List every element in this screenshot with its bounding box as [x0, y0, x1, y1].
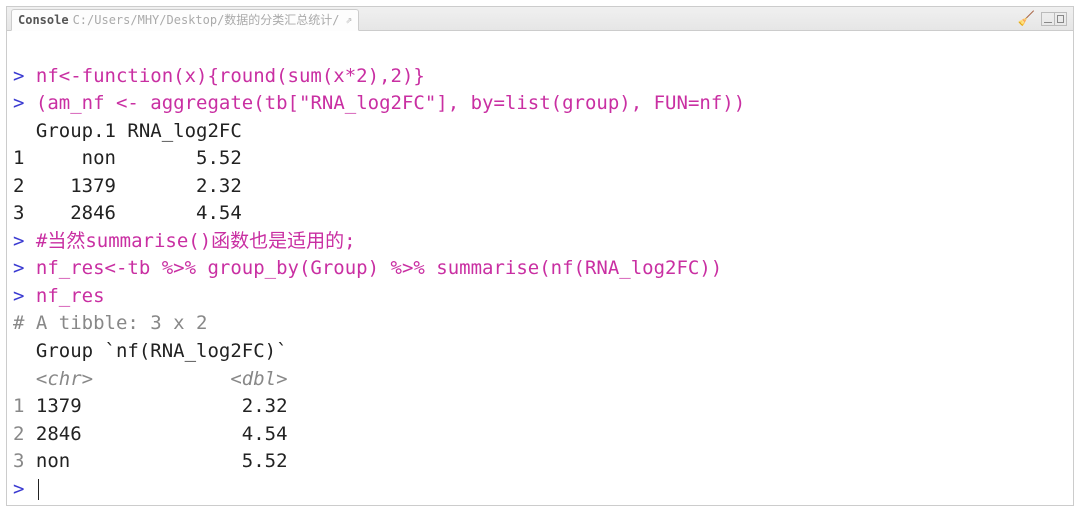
code-line: nf<-function(x){round(sum(x*2),2)}: [36, 65, 425, 87]
tibble-coltype: <dbl>: [93, 368, 287, 390]
row-index: 2: [13, 423, 24, 445]
comment-line: #当然summarise()函数也是适用的;: [36, 230, 356, 252]
tab-console[interactable]: Console C:/Users/MHY/Desktop/数据的分类汇总统计/ …: [11, 9, 359, 31]
console-pane: Console C:/Users/MHY/Desktop/数据的分类汇总统计/ …: [6, 6, 1074, 506]
popout-icon[interactable]: ⇗: [346, 13, 353, 26]
code-line: ], by=list(group), FUN=nf)): [436, 92, 745, 114]
console-output[interactable]: > nf<-function(x){round(sum(x*2),2)} > (…: [7, 31, 1073, 505]
prompt: >: [13, 92, 36, 114]
clear-console-icon[interactable]: 🧹: [1018, 11, 1035, 27]
code-line: nf_res<-tb %>% group_by(Group) %>% summa…: [36, 257, 722, 279]
tab-bar: Console C:/Users/MHY/Desktop/数据的分类汇总统计/ …: [7, 7, 1073, 31]
prompt: >: [13, 230, 36, 252]
output-line: 3 2846 4.54: [13, 202, 242, 224]
output-line: non 5.52: [24, 450, 287, 472]
tab-path: C:/Users/MHY/Desktop/数据的分类汇总统计/: [73, 11, 340, 28]
output-line: 1 non 5.52: [13, 147, 242, 169]
row-index: 3: [13, 450, 24, 472]
prompt: >: [13, 65, 36, 87]
prompt: >: [13, 257, 36, 279]
row-index: 1: [13, 395, 24, 417]
cursor: [38, 479, 39, 500]
tibble-header: # A tibble: 3 x 2: [13, 312, 207, 334]
string-literal: "RNA_log2FC": [299, 92, 436, 114]
prompt: >: [13, 478, 36, 500]
code-line: nf_res: [36, 285, 105, 307]
output-line: 2 1379 2.32: [13, 175, 242, 197]
output-line: Group.1 RNA_log2FC: [13, 120, 242, 142]
minimize-maximize-icon[interactable]: [1041, 12, 1067, 26]
prompt: >: [13, 285, 36, 307]
output-line: 1379 2.32: [24, 395, 287, 417]
tibble-columns: Group `nf(RNA_log2FC)`: [13, 340, 288, 362]
code-line: (am_nf <- aggregate(tb[: [36, 92, 299, 114]
output-line: 2846 4.54: [24, 423, 287, 445]
tab-label: Console: [18, 13, 69, 27]
pane-toolbar: 🧹: [1018, 11, 1073, 27]
tibble-coltype: <chr>: [13, 368, 93, 390]
